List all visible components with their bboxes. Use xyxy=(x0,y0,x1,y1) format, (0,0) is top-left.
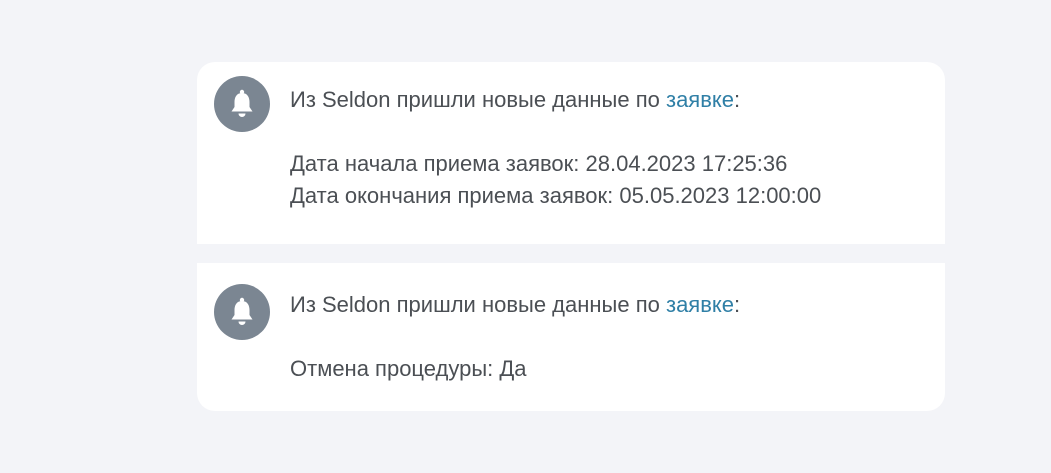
request-link[interactable]: заявке xyxy=(666,87,734,112)
notification-card: Из Seldon пришли новые данные по заявке:… xyxy=(197,62,945,244)
notification-intro: Из Seldon пришли новые данные по заявке: xyxy=(290,87,741,112)
notification-detail-end-date: Дата окончания приема заявок: 05.05.2023… xyxy=(290,183,822,208)
notification-detail-cancellation: Отмена процедуры: Да xyxy=(290,356,527,381)
notification-card: Из Seldon пришли новые данные по заявке:… xyxy=(197,263,945,411)
bell-icon-glyph xyxy=(231,297,253,325)
bell-icon xyxy=(214,284,270,340)
notification-message: Из Seldon пришли новые данные по заявке:… xyxy=(290,289,925,385)
request-link[interactable]: заявке xyxy=(666,292,734,317)
notification-message: Из Seldon пришли новые данные по заявке:… xyxy=(290,84,925,212)
notification-intro: Из Seldon пришли новые данные по заявке: xyxy=(290,292,741,317)
notification-feed: Из Seldon пришли новые данные по заявке:… xyxy=(197,62,945,411)
notification-detail-start-date: Дата начала приема заявок: 28.04.2023 17… xyxy=(290,151,788,176)
bell-icon-glyph xyxy=(231,89,253,117)
bell-icon xyxy=(214,76,270,132)
